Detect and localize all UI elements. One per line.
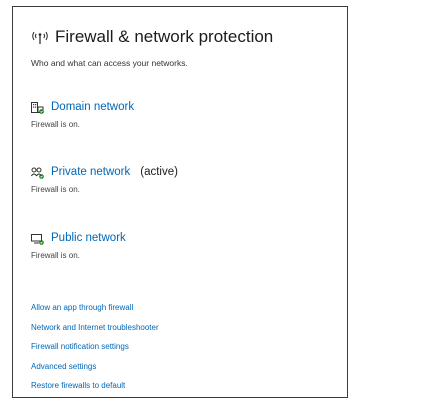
firewall-panel: Firewall & network protection Who and wh…	[12, 6, 348, 398]
page-subtitle: Who and what can access your networks.	[31, 58, 188, 68]
advanced-settings-link[interactable]: Advanced settings	[31, 362, 159, 382]
domain-network-link[interactable]: Domain network	[51, 101, 134, 113]
related-links: Allow an app through firewall Network an…	[31, 303, 159, 401]
private-network-section: Private network (active) Firewall is on.	[30, 164, 178, 194]
page-header: Firewall & network protection	[31, 27, 273, 47]
notification-settings-link[interactable]: Firewall notification settings	[31, 342, 159, 362]
private-network-link[interactable]: Private network	[51, 166, 130, 178]
public-network-status: Firewall is on.	[31, 251, 80, 260]
private-network-icon	[30, 166, 44, 179]
page-title: Firewall & network protection	[55, 27, 274, 46]
domain-network-status: Firewall is on.	[31, 120, 80, 129]
domain-network-section: Domain network Firewall is on.	[31, 99, 134, 129]
restore-defaults-link[interactable]: Restore firewalls to default	[31, 381, 159, 401]
public-network-icon	[31, 232, 44, 245]
wifi-signal-icon	[31, 29, 49, 45]
private-network-status: Firewall is on.	[31, 185, 80, 194]
troubleshooter-link[interactable]: Network and Internet troubleshooter	[31, 323, 159, 343]
public-network-link[interactable]: Public network	[51, 232, 126, 244]
active-label: (active)	[140, 166, 178, 178]
public-network-section: Public network Firewall is on.	[31, 230, 126, 260]
domain-network-icon	[31, 101, 44, 114]
allow-app-link[interactable]: Allow an app through firewall	[31, 303, 159, 323]
